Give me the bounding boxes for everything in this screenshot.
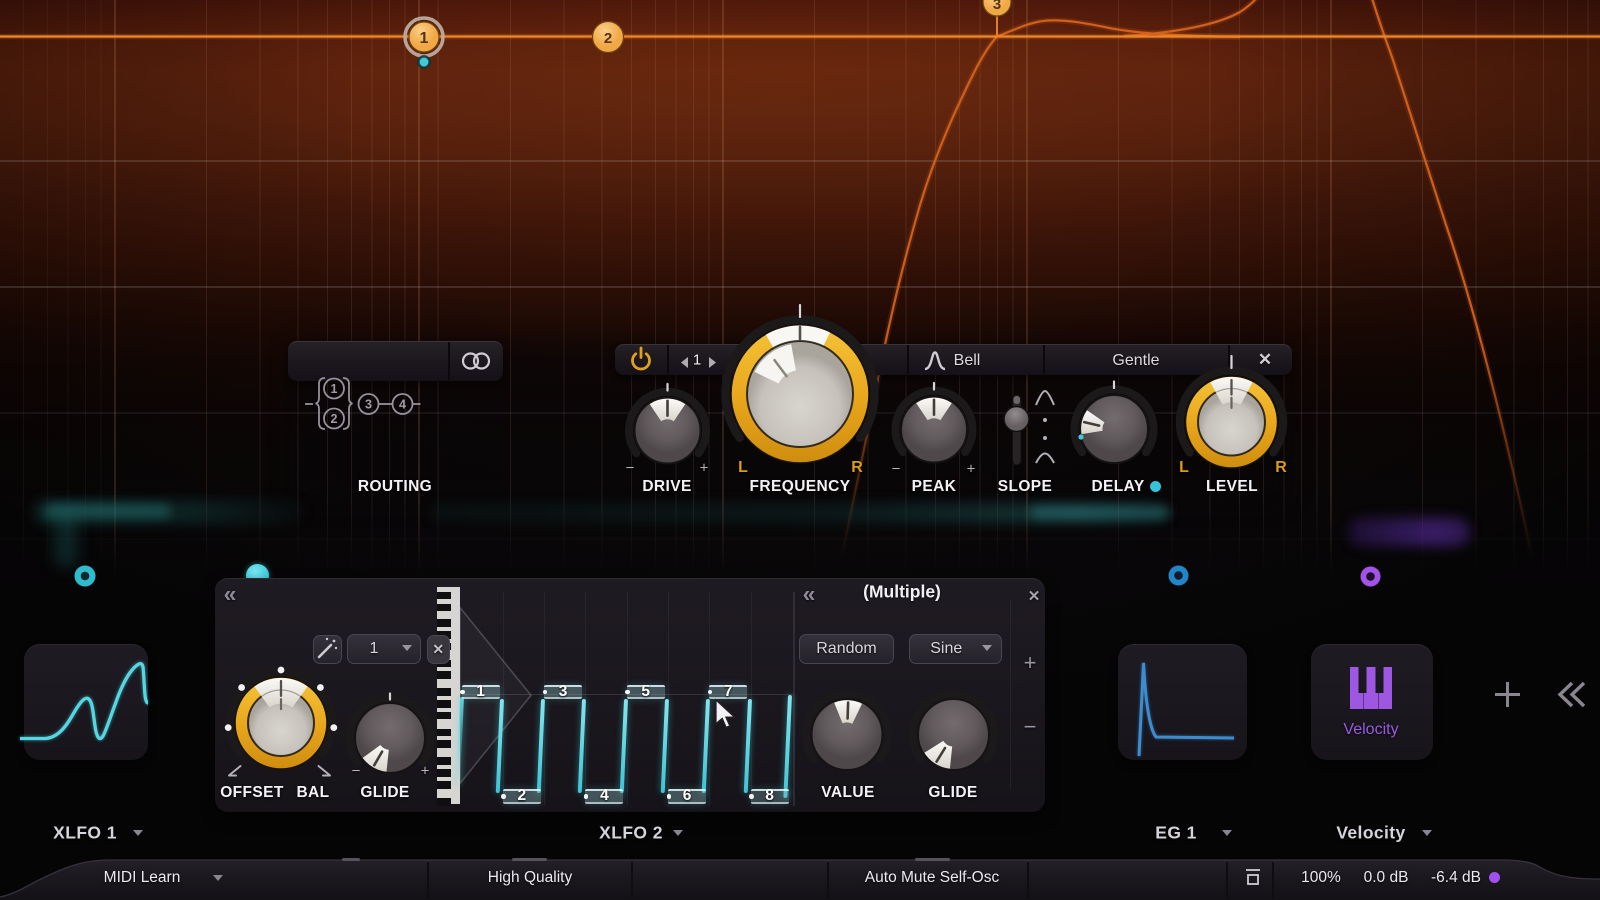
svg-text:3: 3 bbox=[365, 398, 372, 412]
svg-text:4: 4 bbox=[399, 398, 406, 412]
svg-text:2: 2 bbox=[331, 412, 338, 426]
svg-text:1: 1 bbox=[331, 382, 338, 396]
